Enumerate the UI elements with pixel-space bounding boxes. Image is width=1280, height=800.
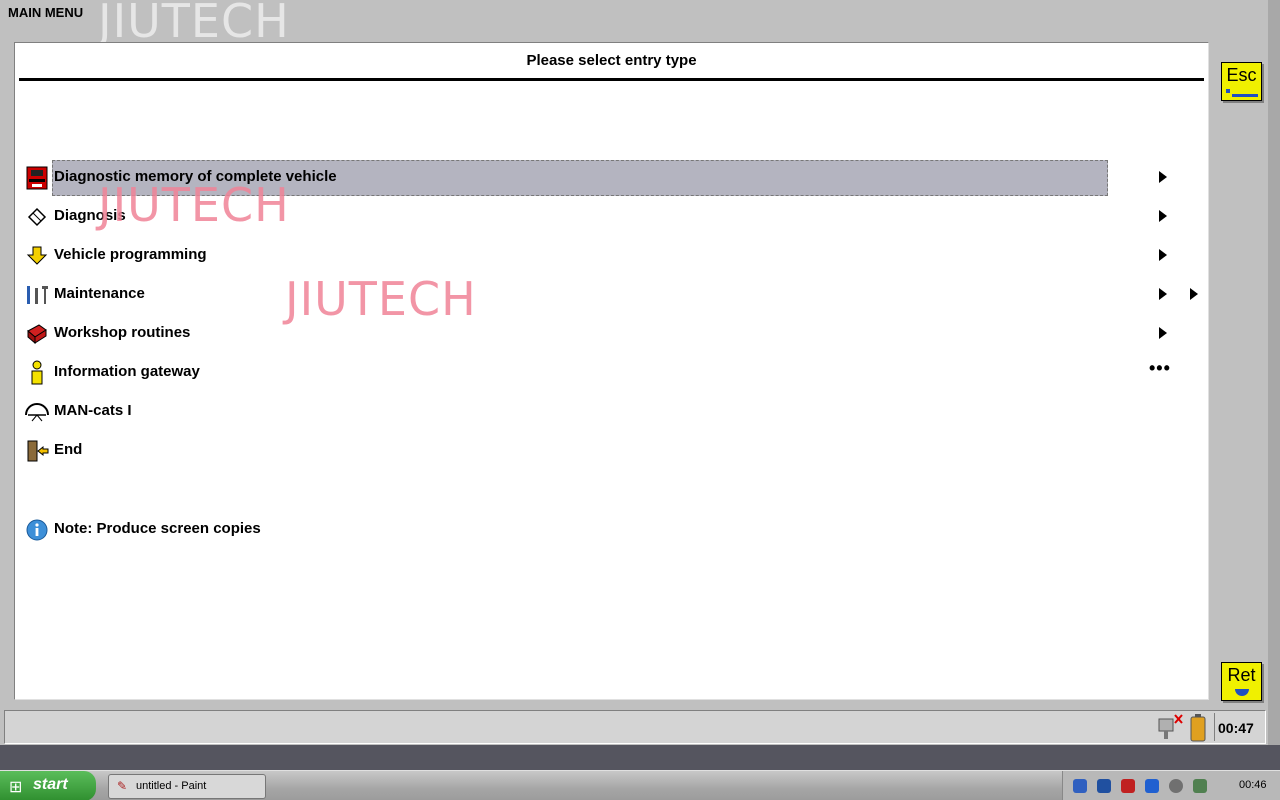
menu-item-label: Maintenance — [54, 285, 145, 302]
status-clock: 00:47 — [1218, 720, 1254, 736]
tray-security-icon[interactable] — [1121, 779, 1135, 793]
menu-item-label: Information gateway — [54, 363, 200, 380]
title-bar: MAIN MENU JIUTECH — [0, 0, 1280, 48]
panel-heading: Please select entry type — [526, 52, 697, 69]
menu-item-end[interactable]: End — [21, 432, 1191, 468]
window-title: MAIN MENU — [8, 5, 84, 20]
menu-item-man-cats[interactable]: MAN-cats I — [21, 393, 1191, 429]
submenu-arrow-icon — [1159, 288, 1167, 300]
status-separator — [1214, 713, 1215, 741]
ret-indicator-icon — [1235, 689, 1249, 696]
watermark-top: JIUTECH — [98, 0, 290, 48]
menu-item-diagnostic-memory[interactable]: Diagnostic memory of complete vehicle — [21, 159, 1191, 196]
tray-network-icon[interactable] — [1073, 779, 1087, 793]
esc-button[interactable]: Esc — [1221, 62, 1262, 101]
start-button[interactable]: ⊞ start — [0, 771, 96, 800]
vehicle-diagnostic-icon — [24, 165, 50, 191]
eraser-icon — [24, 204, 50, 230]
windows-flag-icon: ⊞ — [9, 779, 23, 796]
battery-icon — [1190, 714, 1206, 742]
esc-indicator-icon — [1226, 89, 1258, 97]
toolbox-icon — [24, 321, 50, 347]
submenu-arrow-icon — [1159, 210, 1167, 222]
submenu-arrow-secondary-icon — [1190, 288, 1198, 300]
submenu-arrow-icon — [1159, 327, 1167, 339]
menu-item-label: Workshop routines — [54, 324, 191, 341]
tray-connection-icon[interactable] — [1193, 779, 1207, 793]
menu-item-label: MAN-cats I — [54, 402, 132, 419]
start-label: start — [33, 776, 68, 793]
menu-item-maintenance[interactable]: Maintenance — [21, 276, 1198, 312]
taskbar-item-paint[interactable]: ✎ untitled - Paint — [108, 774, 266, 799]
ret-label: Ret — [1227, 665, 1256, 685]
main-panel: Please select entry type Diagnostic memo… — [14, 42, 1209, 700]
desktop-gap — [0, 745, 1280, 770]
esc-label: Esc — [1226, 65, 1257, 85]
status-bar: 00:47 — [4, 710, 1266, 744]
exit-door-icon — [24, 438, 50, 464]
download-arrow-icon — [24, 243, 50, 269]
system-tray: 00:46 — [1062, 771, 1280, 800]
menu-item-diagnosis[interactable]: Diagnosis — [21, 198, 1191, 234]
ret-button[interactable]: Ret — [1221, 662, 1262, 701]
tray-display-icon[interactable] — [1097, 779, 1111, 793]
right-edge-strip — [1268, 0, 1280, 770]
menu-item-label: Diagnosis — [54, 207, 126, 224]
menu-item-workshop-routines[interactable]: Workshop routines — [21, 315, 1191, 351]
menu-item-label: Diagnostic memory of complete vehicle — [54, 168, 337, 185]
paint-icon: ✎ — [117, 779, 128, 793]
man-logo-icon — [24, 399, 50, 425]
tray-volume-icon[interactable] — [1169, 779, 1183, 793]
menu-item-information-gateway[interactable]: Information gateway ••• — [21, 354, 1191, 390]
taskbar-item-label: untitled - Paint — [136, 780, 207, 792]
menu-item-label: End — [54, 441, 83, 458]
note-label: Note: Produce screen copies — [54, 520, 261, 537]
tools-icon — [24, 282, 50, 308]
info-person-icon — [24, 360, 50, 386]
note-produce-screen-copies[interactable]: Note: Produce screen copies — [21, 511, 1191, 547]
submenu-arrow-icon — [1159, 249, 1167, 261]
tray-clock: 00:46 — [1239, 779, 1267, 791]
heading-divider — [19, 78, 1204, 81]
menu-item-label: Vehicle programming — [54, 246, 207, 263]
taskbar: ⊞ start ✎ untitled - Paint 00:46 — [0, 770, 1280, 800]
submenu-arrow-icon — [1159, 171, 1167, 183]
more-options-icon: ••• — [1149, 358, 1171, 378]
tray-bluetooth-icon[interactable] — [1145, 779, 1159, 793]
menu-item-vehicle-programming[interactable]: Vehicle programming — [21, 237, 1191, 273]
info-icon — [24, 517, 50, 543]
network-disconnected-icon — [1158, 714, 1183, 739]
